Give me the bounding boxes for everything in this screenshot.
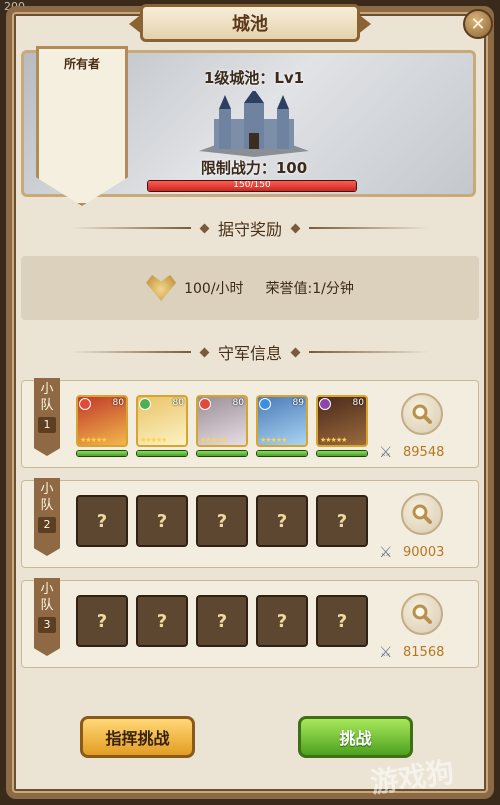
unknown-hero-slot: ? [76, 495, 128, 547]
hero-stars: ★★★★★ [140, 436, 167, 444]
hero-hp-fill [137, 451, 187, 456]
hero-hp-fill [257, 451, 307, 456]
unknown-hero-slot: ? [316, 595, 368, 647]
unknown-hero-slot: ? [196, 495, 248, 547]
inspect-squad-button[interactable] [401, 493, 443, 535]
reward-header-text: 据守奖励 [217, 220, 282, 239]
hero-portrait[interactable]: 80 ★★★★★ [136, 395, 188, 447]
squad-3: 小队 3????? ⚔ 81568 [21, 578, 479, 668]
hero-stars: ★★★★★ [80, 436, 107, 444]
hero-hp-fill [197, 451, 247, 456]
honor-rate: 100/小时 [184, 281, 244, 297]
hero-level: 80 [112, 398, 124, 408]
unknown-hero-slot: ? [136, 595, 188, 647]
inspect-squad-button[interactable] [401, 393, 443, 435]
reward-box: 100/小时 荣誉值:1/分钟 [21, 256, 479, 320]
challenge-button[interactable]: 挑战 [298, 716, 413, 758]
element-icon [319, 398, 331, 410]
unknown-hero-slot: ? [256, 595, 308, 647]
castle-hp-bar: 150/150 [147, 180, 357, 192]
power-limit: 限制战力：100 [200, 159, 308, 177]
squad-1: 小队 1 80 ★★★★★ 80 ★★★★★ 80 ★★★★★ 89 ★★★★★ 80 ★★★★★ ⚔ 8… [21, 378, 479, 468]
castle-icon [199, 91, 309, 157]
squad-power: 89548 [403, 445, 445, 460]
unknown-hero-slot: ? [196, 595, 248, 647]
squad-power: 90003 [403, 545, 445, 560]
squad-number: 3 [38, 617, 56, 633]
hero-level: 80 [172, 398, 184, 408]
hero-hp-bar [76, 450, 128, 457]
honor-wings-icon [146, 275, 177, 301]
command-challenge-button[interactable]: 指挥挑战 [80, 716, 195, 758]
inspect-squad-button[interactable] [401, 593, 443, 635]
element-icon [199, 398, 211, 410]
hero-stars: ★★★★★ [200, 436, 227, 444]
element-icon [259, 398, 271, 410]
unknown-hero-slot: ? [136, 495, 188, 547]
hero-stars: ★★★★★ [320, 436, 347, 444]
honor-points: 荣誉值:1/分钟 [265, 281, 354, 297]
unknown-hero-slot: ? [316, 495, 368, 547]
squad-tag: 小队2 [34, 478, 60, 556]
squad-tag: 小队3 [34, 578, 60, 656]
squad-tag: 小队1 [34, 378, 60, 456]
hero-hp-bar [256, 450, 308, 457]
close-button[interactable]: ✕ [463, 9, 493, 39]
hero-stars: ★★★★★ [260, 436, 287, 444]
defense-header: 守军信息 [21, 340, 479, 364]
castle-hp-text: 150/150 [233, 180, 271, 190]
reward-header: 据守奖励 [21, 216, 479, 240]
squad-2: 小队 2????? ⚔ 90003 [21, 478, 479, 568]
unknown-hero-slot: ? [256, 495, 308, 547]
crossed-swords-icon: ⚔ [379, 443, 393, 461]
magnifier-icon [412, 404, 432, 424]
hero-portrait[interactable]: 80 ★★★★★ [76, 395, 128, 447]
element-icon [139, 398, 151, 410]
crossed-swords-icon: ⚔ [379, 643, 393, 661]
squad-number: 2 [38, 517, 56, 533]
squad-number: 1 [38, 417, 56, 433]
hero-hp-bar [316, 450, 368, 457]
magnifier-icon [412, 604, 432, 624]
hero-level: 89 [292, 398, 304, 408]
squad-power: 81568 [403, 645, 445, 660]
hero-hp-bar [136, 450, 188, 457]
unknown-hero-slot: ? [76, 595, 128, 647]
hero-portrait[interactable]: 80 ★★★★★ [196, 395, 248, 447]
hero-hp-bar [196, 450, 248, 457]
element-icon [79, 398, 91, 410]
close-icon: ✕ [470, 13, 486, 35]
hero-level: 80 [352, 398, 364, 408]
dialog-title: 城池 [140, 4, 360, 42]
hero-hp-fill [317, 451, 367, 456]
owner-label: 所有者 [63, 57, 100, 71]
castle-level-name: 1级城池：Lv1 [203, 69, 305, 87]
magnifier-icon [412, 504, 432, 524]
hero-hp-fill [77, 451, 127, 456]
defense-header-text: 守军信息 [217, 344, 282, 363]
hero-portrait[interactable]: 80 ★★★★★ [316, 395, 368, 447]
hero-level: 80 [232, 398, 244, 408]
hero-portrait[interactable]: 89 ★★★★★ [256, 395, 308, 447]
crossed-swords-icon: ⚔ [379, 543, 393, 561]
